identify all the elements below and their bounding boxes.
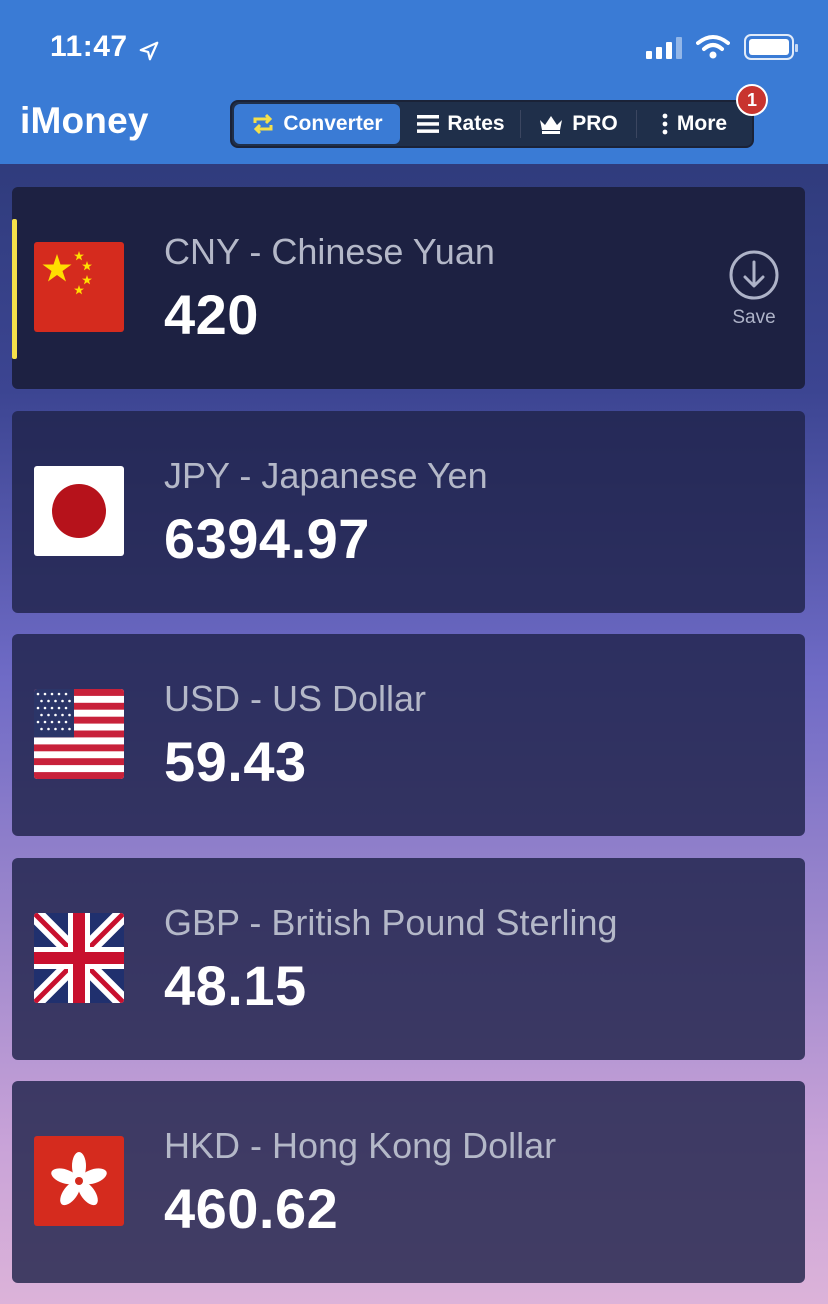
status-bar-indicators [646, 34, 798, 60]
more-vertical-icon [661, 113, 669, 135]
header-bar: 11:47 iMoney Converter Rates PRO More 1 [0, 0, 828, 164]
currency-name: GBP - British Pound Sterling [164, 902, 618, 943]
currency-amount[interactable]: 6394.97 [164, 506, 370, 571]
currency-amount[interactable]: 420 [164, 282, 259, 347]
status-bar-time: 11:47 [50, 30, 160, 64]
currency-name: JPY - Japanese Yen [164, 455, 488, 496]
china-flag-icon [34, 242, 124, 332]
tab-converter[interactable]: Converter [234, 104, 400, 144]
cellular-signal-icon [646, 35, 682, 59]
hong-kong-flag-icon [34, 1136, 124, 1226]
currency-amount[interactable]: 460.62 [164, 1176, 338, 1241]
location-arrow-icon [138, 36, 160, 61]
currency-card-gbp[interactable]: GBP - British Pound Sterling 48.15 [12, 858, 805, 1060]
app-title: iMoney [20, 100, 149, 141]
battery-icon [744, 34, 798, 60]
tab-label: More [676, 112, 728, 135]
wifi-icon [696, 34, 730, 60]
list-icon [417, 114, 440, 134]
currency-amount[interactable]: 48.15 [164, 953, 307, 1018]
tab-label: Rates [447, 112, 505, 135]
usa-flag-icon [34, 689, 124, 779]
currency-card-hkd[interactable]: HKD - Hong Kong Dollar 460.62 [12, 1081, 805, 1283]
notification-badge: 1 [736, 84, 768, 116]
time-text: 11:47 [50, 30, 128, 63]
japan-flag-icon [34, 466, 124, 556]
selected-indicator [12, 219, 17, 359]
crown-icon [538, 114, 564, 134]
currency-name: CNY - Chinese Yuan [164, 231, 495, 272]
currency-card-jpy[interactable]: JPY - Japanese Yen 6394.97 [12, 411, 805, 613]
uk-flag-icon [34, 913, 124, 1003]
download-circle-icon [728, 249, 780, 301]
tab-label: Converter [283, 112, 383, 135]
tab-rates[interactable]: Rates [402, 102, 520, 146]
currency-card-usd[interactable]: USD - US Dollar 59.43 [12, 634, 805, 836]
currency-amount[interactable]: 59.43 [164, 729, 307, 794]
tab-label: PRO [572, 112, 618, 135]
tab-pro[interactable]: PRO [520, 102, 636, 146]
currency-name: HKD - Hong Kong Dollar [164, 1125, 557, 1166]
tab-more[interactable]: More 1 [636, 84, 768, 146]
main-tabs: Converter Rates PRO More 1 [230, 84, 768, 148]
save-label: Save [732, 307, 776, 328]
currency-name: USD - US Dollar [164, 678, 427, 719]
repeat-icon [251, 112, 275, 136]
save-button[interactable]: Save [727, 249, 781, 329]
currency-card-cny[interactable]: CNY - Chinese Yuan 420 Save [12, 187, 805, 389]
